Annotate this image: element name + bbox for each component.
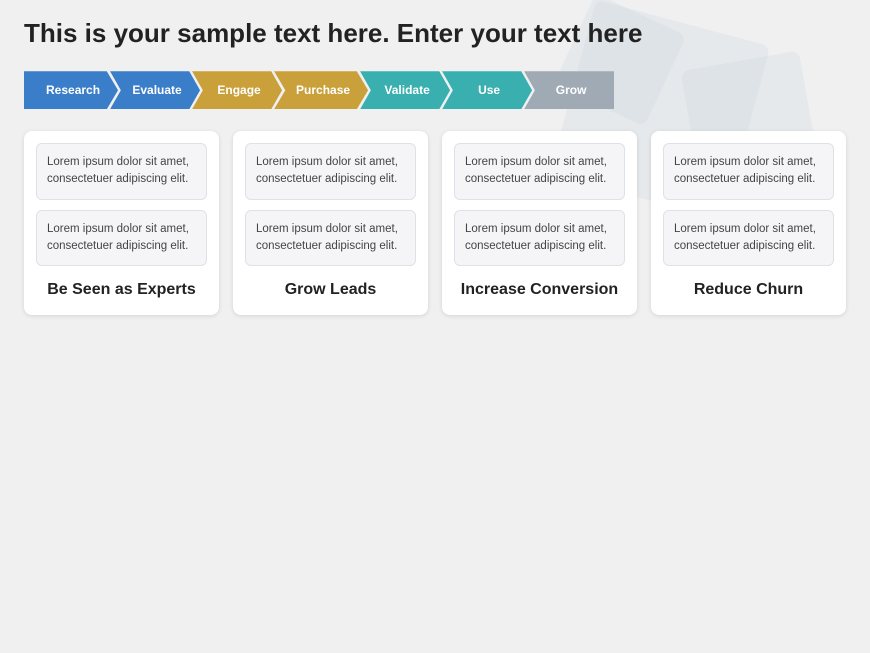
card-increase-conversion: Lorem ipsum dolor sit amet, consectetuer… xyxy=(442,131,637,315)
card-grow-leads-text2: Lorem ipsum dolor sit amet, consectetuer… xyxy=(245,210,416,267)
card-be-seen-label: Be Seen as Experts xyxy=(36,280,207,301)
card-grow-leads-label: Grow Leads xyxy=(245,280,416,301)
card-reduce-churn: Lorem ipsum dolor sit amet, consectetuer… xyxy=(651,131,846,315)
process-step-grow[interactable]: Grow xyxy=(524,71,614,109)
card-be-seen-text2: Lorem ipsum dolor sit amet, consectetuer… xyxy=(36,210,207,267)
card-grow-leads-text1: Lorem ipsum dolor sit amet, consectetuer… xyxy=(245,143,416,200)
card-increase-conversion-text2: Lorem ipsum dolor sit amet, consectetuer… xyxy=(454,210,625,267)
card-reduce-churn-text1: Lorem ipsum dolor sit amet, consectetuer… xyxy=(663,143,834,200)
card-reduce-churn-text2: Lorem ipsum dolor sit amet, consectetuer… xyxy=(663,210,834,267)
process-step-validate[interactable]: Validate xyxy=(360,71,450,109)
card-grow-leads: Lorem ipsum dolor sit amet, consectetuer… xyxy=(233,131,428,315)
page-title: This is your sample text here. Enter you… xyxy=(24,18,846,49)
card-be-seen-text1: Lorem ipsum dolor sit amet, consectetuer… xyxy=(36,143,207,200)
card-be-seen: Lorem ipsum dolor sit amet, consectetuer… xyxy=(24,131,219,315)
cards-container: Lorem ipsum dolor sit amet, consectetuer… xyxy=(24,131,846,315)
card-increase-conversion-text1: Lorem ipsum dolor sit amet, consectetuer… xyxy=(454,143,625,200)
card-increase-conversion-label: Increase Conversion xyxy=(454,280,625,301)
card-reduce-churn-label: Reduce Churn xyxy=(663,280,834,301)
process-step-research[interactable]: Research xyxy=(24,71,118,109)
process-step-use[interactable]: Use xyxy=(442,71,532,109)
process-step-evaluate[interactable]: Evaluate xyxy=(110,71,200,109)
process-step-purchase[interactable]: Purchase xyxy=(274,71,368,109)
process-step-engage[interactable]: Engage xyxy=(192,71,282,109)
process-bar: ResearchEvaluateEngagePurchaseValidateUs… xyxy=(24,71,846,109)
